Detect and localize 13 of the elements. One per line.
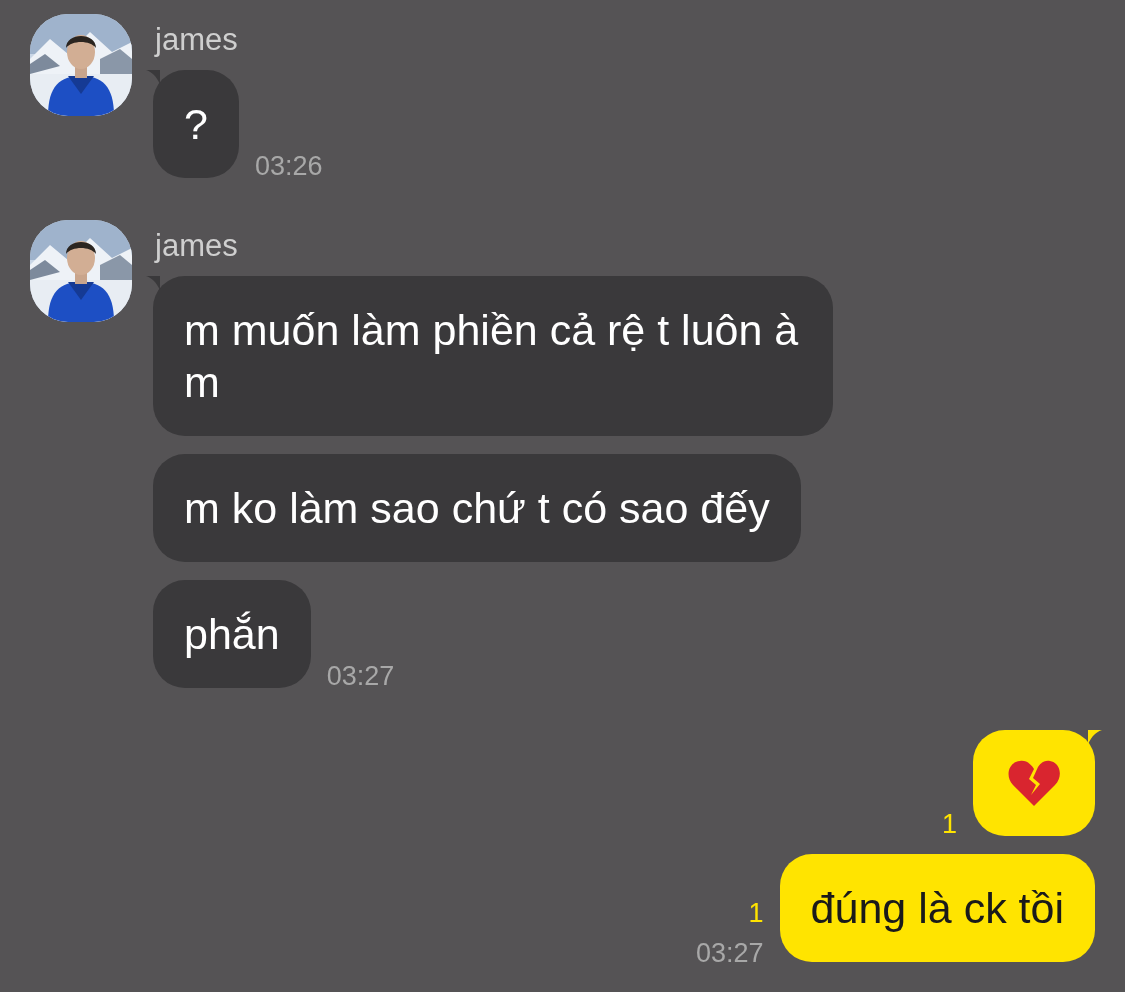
message-bubble: đúng là ck tồi <box>779 854 1095 962</box>
message-time: 03:27 <box>696 938 764 968</box>
sender-name: james <box>155 228 238 264</box>
bubble-tail <box>146 276 160 290</box>
message-bubble: phắn <box>153 580 311 688</box>
message-time: 03:27 <box>326 661 395 691</box>
bubble-tail <box>146 70 160 84</box>
unread-count: 1 <box>941 809 957 839</box>
message-bubble: m ko làm sao chứ t có sao đếy <box>153 454 801 562</box>
sender-name: james <box>155 22 238 58</box>
unread-count: 1 <box>748 898 764 928</box>
message-time: 03:26 <box>254 151 323 181</box>
broken-heart-icon <box>1007 759 1061 807</box>
